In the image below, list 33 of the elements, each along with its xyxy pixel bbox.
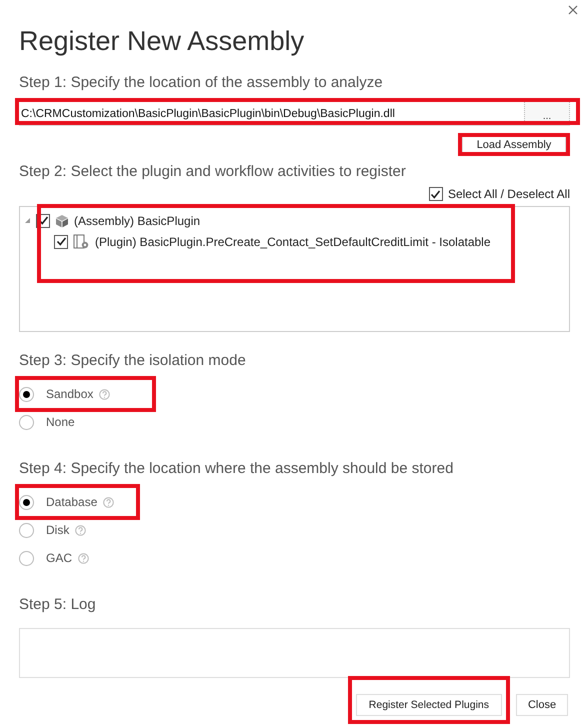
radio-label: GAC — [46, 551, 72, 565]
radio-label: Disk — [46, 523, 70, 537]
step-label: Step 1: Specify the location of the assembly to analyze — [19, 74, 384, 93]
tree-item-label[interactable]: (Plugin) BasicPlugin.PreCreate_Contact_SetDefaultCreditLimit - Isolatable — [95, 234, 491, 248]
dialog-title: Register New Assembly — [19, 25, 306, 56]
checkbox[interactable] — [54, 234, 68, 248]
plugin-gear-icon — [73, 234, 90, 250]
checkbox-label: Select All / Deselect All — [448, 187, 570, 201]
help-icon[interactable] — [78, 552, 90, 564]
step-label: Step 3: Specify the isolation mode — [19, 352, 247, 371]
help-icon[interactable] — [75, 524, 86, 536]
step-label: Step 2: Select the plugin and workflow activities to register — [19, 163, 407, 182]
radio-button[interactable] — [19, 386, 34, 402]
help-icon[interactable] — [99, 388, 110, 400]
radio-label: None — [46, 415, 75, 429]
radio-label: Sandbox — [46, 387, 94, 401]
register-button[interactable]: Register Selected Plugins — [356, 694, 502, 716]
radio-button[interactable] — [19, 522, 34, 538]
close-icon[interactable] — [568, 5, 578, 15]
expand-arrow-icon[interactable] — [24, 217, 31, 224]
tree-item-label[interactable]: (Assembly) BasicPlugin — [74, 214, 200, 228]
step-label: Step 4: Specify the location where the assembly should be stored — [19, 460, 454, 479]
step-label: Step 5: Log — [19, 596, 97, 615]
checkbox[interactable] — [428, 187, 443, 201]
cube-icon — [55, 214, 69, 228]
radio-label: Database — [46, 495, 98, 509]
help-icon[interactable] — [103, 496, 114, 508]
radio-button[interactable] — [19, 494, 34, 510]
path-field[interactable]: C:\CRMCustomization\BasicPlugin\BasicPlugin\bin\Debug\BasicPlugin.dll — [19, 100, 524, 125]
radio-button[interactable] — [19, 414, 34, 430]
log-field[interactable] — [19, 628, 570, 678]
radio-button[interactable] — [19, 550, 34, 566]
close-button[interactable]: Close — [516, 694, 568, 716]
